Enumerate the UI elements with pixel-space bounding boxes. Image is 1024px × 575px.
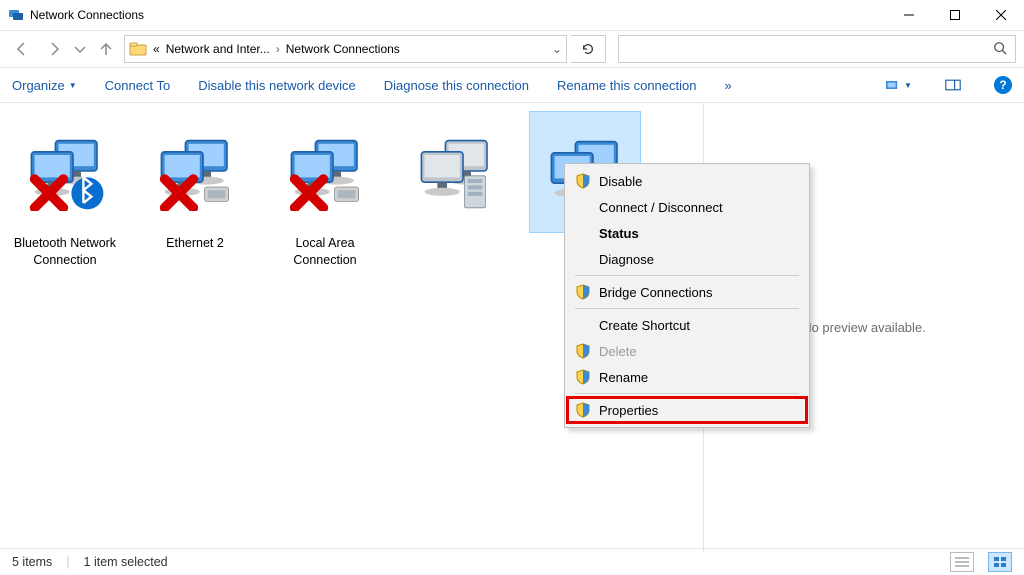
connection-icon bbox=[270, 111, 380, 231]
command-bar: Organize▼ Connect To Disable this networ… bbox=[0, 67, 1024, 103]
menu-item[interactable]: Create Shortcut bbox=[567, 312, 807, 338]
rename-button[interactable]: Rename this connection bbox=[557, 78, 696, 93]
menu-item-label: Diagnose bbox=[599, 252, 654, 267]
chevron-down-icon[interactable]: ⌄ bbox=[552, 42, 562, 56]
connection-icon bbox=[10, 111, 120, 231]
menu-item[interactable]: Disable bbox=[567, 168, 807, 194]
menu-separator bbox=[575, 393, 799, 394]
menu-item-label: Bridge Connections bbox=[599, 285, 712, 300]
forward-button[interactable] bbox=[40, 35, 68, 63]
status-selection: 1 item selected bbox=[84, 555, 168, 569]
preview-text: No preview available. bbox=[802, 320, 926, 335]
context-menu: Disable Connect / Disconnect Status Diagnos… bbox=[564, 163, 810, 428]
navigation-row: « Network and Inter... › Network Connect… bbox=[0, 31, 1024, 67]
connection-label: Ethernet 2 bbox=[166, 235, 224, 252]
chevron-right-icon: › bbox=[276, 42, 280, 56]
breadcrumb-level1[interactable]: Network and Inter... bbox=[166, 42, 270, 56]
items-view[interactable]: Bluetooth Network Connection Ethernet 2 bbox=[0, 103, 703, 552]
up-button[interactable] bbox=[92, 35, 120, 63]
menu-item[interactable]: Rename bbox=[567, 364, 807, 390]
menu-item[interactable]: Properties bbox=[567, 397, 807, 423]
chevron-down-icon: ▼ bbox=[904, 81, 912, 90]
connection-item[interactable]: Bluetooth Network Connection bbox=[10, 107, 120, 269]
connection-item[interactable] bbox=[400, 107, 510, 235]
preview-pane-button[interactable] bbox=[940, 74, 966, 96]
menu-item: Delete bbox=[567, 338, 807, 364]
maximize-button[interactable] bbox=[932, 0, 978, 30]
search-icon bbox=[993, 41, 1007, 58]
connection-label: Bluetooth Network Connection bbox=[10, 235, 120, 269]
close-button[interactable] bbox=[978, 0, 1024, 30]
connection-label: Local Area Connection bbox=[270, 235, 380, 269]
folder-icon bbox=[129, 40, 147, 58]
window-title: Network Connections bbox=[30, 8, 144, 22]
menu-item-label: Rename bbox=[599, 370, 648, 385]
menu-item[interactable]: Status bbox=[567, 220, 807, 246]
chevron-down-icon: ▼ bbox=[69, 81, 77, 90]
organize-menu[interactable]: Organize▼ bbox=[12, 78, 77, 93]
status-bar: 5 items | 1 item selected bbox=[0, 548, 1024, 575]
content-area: Bluetooth Network Connection Ethernet 2 bbox=[0, 103, 1024, 552]
change-view-button[interactable]: ▼ bbox=[886, 74, 912, 96]
menu-item-label: Connect / Disconnect bbox=[599, 200, 723, 215]
large-icons-view-button[interactable] bbox=[988, 552, 1012, 572]
minimize-button[interactable] bbox=[886, 0, 932, 30]
titlebar: Network Connections bbox=[0, 0, 1024, 31]
refresh-button[interactable] bbox=[571, 35, 606, 63]
connection-item[interactable]: Ethernet 2 bbox=[140, 107, 250, 252]
app-icon bbox=[8, 7, 24, 23]
menu-separator bbox=[575, 308, 799, 309]
connection-item[interactable]: Local Area Connection bbox=[270, 107, 380, 269]
help-button[interactable]: ? bbox=[994, 76, 1012, 94]
disable-device-button[interactable]: Disable this network device bbox=[198, 78, 356, 93]
menu-item-label: Delete bbox=[599, 344, 637, 359]
connection-icon bbox=[140, 111, 250, 231]
menu-item[interactable]: Diagnose bbox=[567, 246, 807, 272]
menu-item-label: Status bbox=[599, 226, 639, 241]
connect-to-button[interactable]: Connect To bbox=[105, 78, 171, 93]
connection-icon bbox=[400, 111, 510, 231]
toolbar-overflow[interactable]: » bbox=[724, 78, 731, 93]
diagnose-button[interactable]: Diagnose this connection bbox=[384, 78, 529, 93]
search-box[interactable] bbox=[618, 35, 1016, 63]
menu-item-label: Properties bbox=[599, 403, 658, 418]
breadcrumb-level2[interactable]: Network Connections bbox=[286, 42, 400, 56]
breadcrumb-root[interactable]: « bbox=[153, 42, 160, 56]
details-view-button[interactable] bbox=[950, 552, 974, 572]
back-button[interactable] bbox=[8, 35, 36, 63]
menu-item[interactable]: Connect / Disconnect bbox=[567, 194, 807, 220]
status-item-count: 5 items bbox=[12, 555, 52, 569]
menu-item-label: Disable bbox=[599, 174, 642, 189]
menu-separator bbox=[575, 275, 799, 276]
address-bar[interactable]: « Network and Inter... › Network Connect… bbox=[124, 35, 567, 63]
recent-locations-button[interactable] bbox=[72, 35, 88, 63]
menu-item-label: Create Shortcut bbox=[599, 318, 690, 333]
menu-item[interactable]: Bridge Connections bbox=[567, 279, 807, 305]
